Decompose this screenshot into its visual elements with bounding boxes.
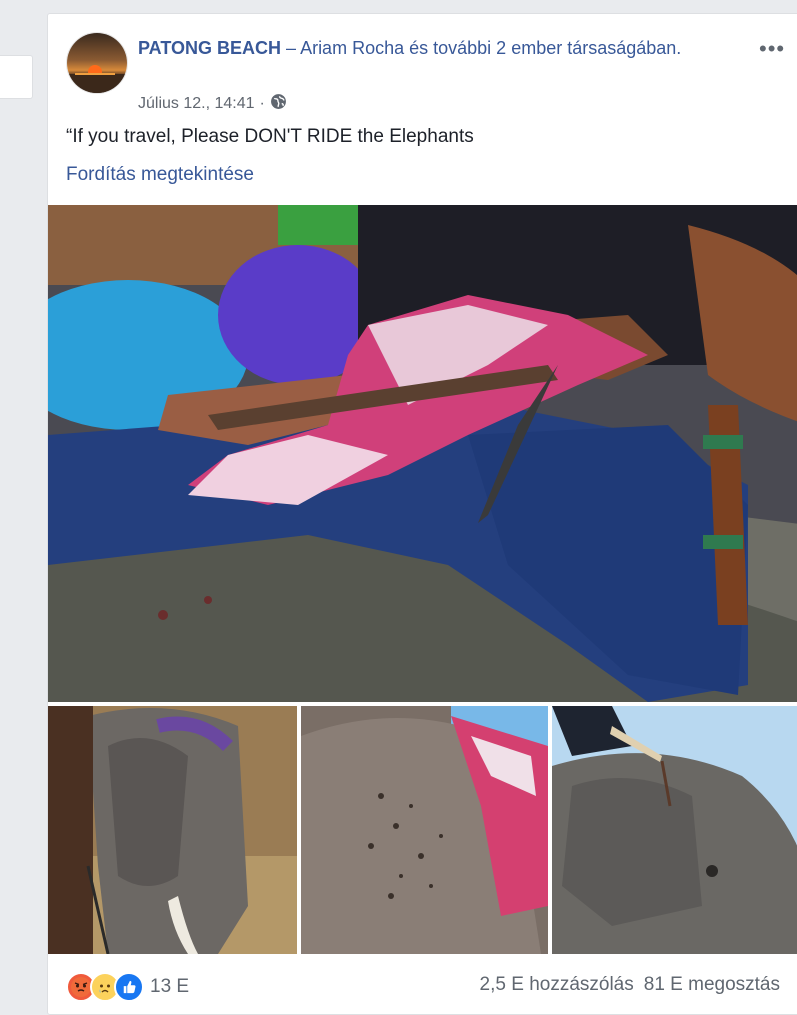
page-avatar[interactable] bbox=[66, 32, 128, 94]
like-icon bbox=[114, 972, 144, 1002]
meta-separator: · bbox=[259, 95, 265, 112]
page-name-link[interactable]: PATONG BEACH bbox=[138, 38, 281, 58]
main-photo[interactable] bbox=[48, 205, 797, 702]
comments-count-link[interactable]: 2,5 E hozzászólás bbox=[480, 974, 634, 996]
reaction-count[interactable]: 13 E bbox=[150, 976, 189, 998]
feed-post: PATONG BEACH – Ariam Rocha és további 2 … bbox=[47, 13, 797, 1015]
post-meta: Július 12., 14:41 · bbox=[138, 93, 287, 115]
left-column-card bbox=[0, 55, 33, 99]
globe-icon bbox=[270, 93, 287, 115]
thumbnail-photo-3[interactable] bbox=[552, 706, 797, 954]
see-translation-link[interactable]: Fordítás megtekintése bbox=[66, 164, 254, 186]
thumbnail-photo-2[interactable] bbox=[301, 706, 548, 954]
more-options-icon[interactable]: ••• bbox=[759, 36, 785, 62]
reactions-summary[interactable]: 13 E bbox=[66, 972, 189, 1002]
shares-count-link[interactable]: 81 E megosztás bbox=[644, 974, 780, 996]
thumbnail-photo-1[interactable] bbox=[48, 706, 297, 954]
engagement-stats: 2,5 E hozzászólás 81 E megosztás bbox=[480, 974, 780, 996]
post-header: PATONG BEACH – Ariam Rocha és további 2 … bbox=[138, 34, 698, 63]
tagged-others-link[interactable]: és további 2 ember társaságában. bbox=[409, 38, 681, 58]
header-dash: – bbox=[286, 38, 297, 58]
post-timestamp[interactable]: Július 12., 14:41 bbox=[138, 95, 255, 113]
tagged-user-link[interactable]: Ariam Rocha bbox=[300, 38, 404, 58]
post-message: “If you travel, Please DON'T RIDE the El… bbox=[66, 126, 474, 147]
